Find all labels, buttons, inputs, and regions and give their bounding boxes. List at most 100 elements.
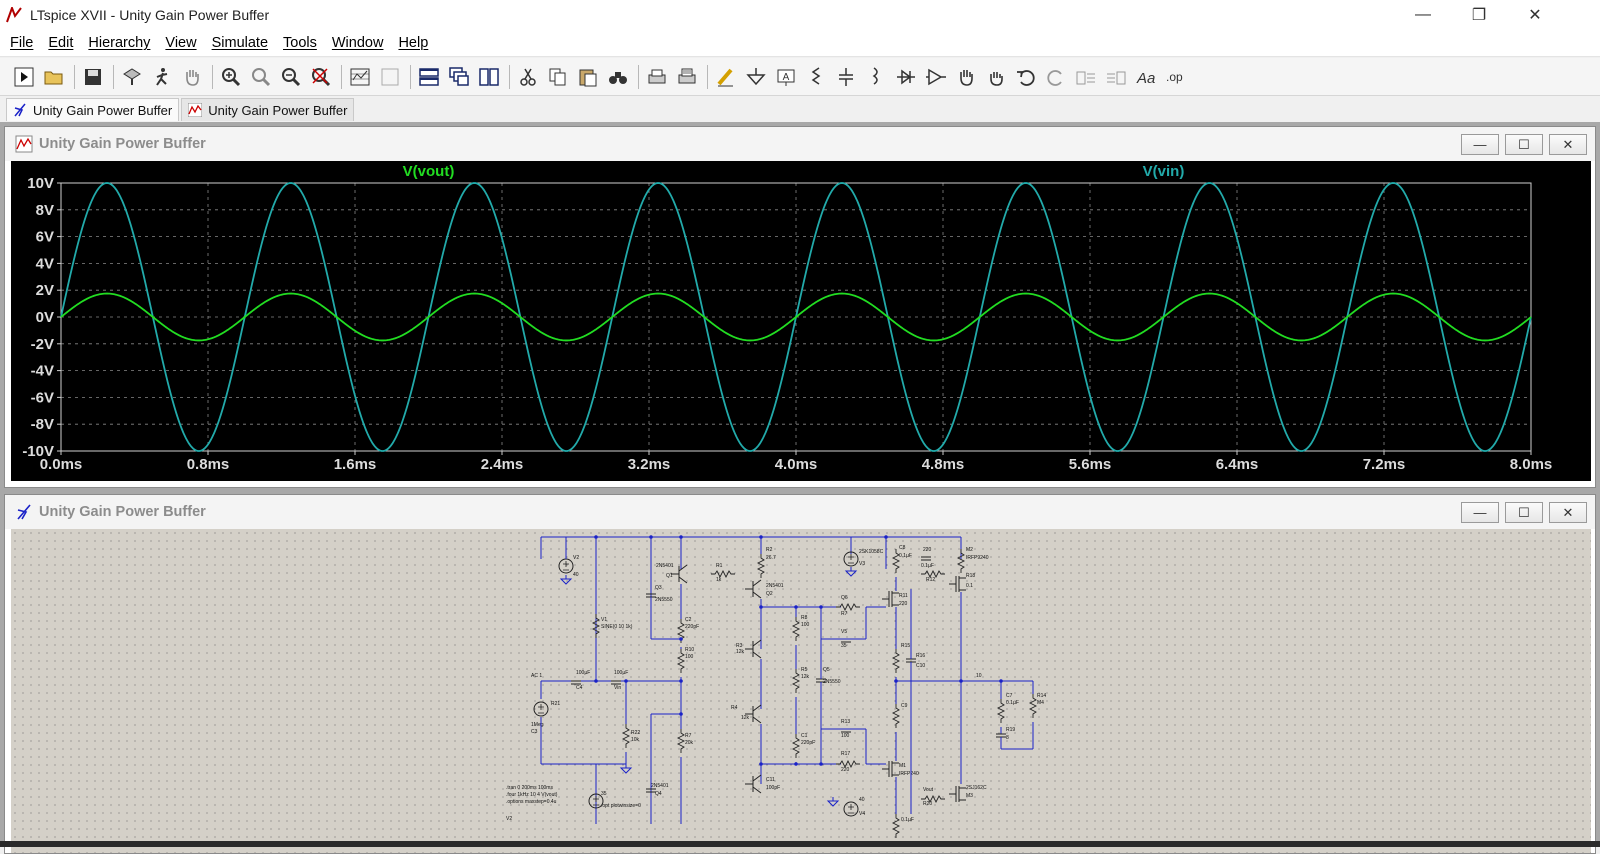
- resistor-icon: [811, 66, 821, 85]
- zoom-fit-button[interactable]: [307, 63, 335, 91]
- schematic-canvas[interactable]: V2 40 V1 SINE(0 10 1k) AC 1 R21 1Meg C3 100µF C4 1…: [11, 529, 1591, 853]
- source-polarity: [848, 554, 854, 564]
- zoom-out-button[interactable]: [277, 63, 305, 91]
- find-button[interactable]: [604, 63, 632, 91]
- move-button[interactable]: [952, 63, 980, 91]
- schematic-drawing[interactable]: V2 40 V1SINE(0 10 1k) AC 1 R21 1MegC3 100µF C4 1…: [11, 529, 1591, 853]
- zoom-in-icon: [222, 67, 241, 86]
- save-button[interactable]: [79, 63, 107, 91]
- pan-button[interactable]: [178, 63, 206, 91]
- redo-button[interactable]: [1042, 63, 1070, 91]
- tile-vertical-icon: [479, 67, 499, 86]
- cut-button[interactable]: [514, 63, 542, 91]
- junction: [759, 605, 763, 609]
- copy-button[interactable]: [544, 63, 572, 91]
- child-minimize-button[interactable]: —: [1461, 134, 1499, 155]
- zoom-area-button[interactable]: [247, 63, 275, 91]
- waveform-plot-pane[interactable]: 0.0ms 0.8ms 1.6ms 2.4ms 3.2ms 4.0ms 4.8ms 5.6ms…: [11, 161, 1591, 481]
- tile-vertical-button[interactable]: [475, 63, 503, 91]
- tile-horizontal-icon: [419, 67, 439, 86]
- waveform-icon: [188, 103, 203, 117]
- drag-button[interactable]: [982, 63, 1010, 91]
- tile-horizontal-button[interactable]: [415, 63, 443, 91]
- title-bar: LTspice XVII - Unity Gain Power Buffer: [0, 0, 1600, 30]
- close-button[interactable]: ✕: [1512, 0, 1558, 30]
- menu-simulate[interactable]: Simulate: [206, 35, 274, 51]
- inductor-button[interactable]: [862, 63, 890, 91]
- paste-button[interactable]: [574, 63, 602, 91]
- component-label: 40: [573, 572, 579, 578]
- ltspice-logo-icon: [6, 7, 22, 23]
- capacitor-button[interactable]: [832, 63, 860, 91]
- rotate-button[interactable]: [1072, 63, 1100, 91]
- component-label: C10: [916, 663, 925, 669]
- resistor-button[interactable]: [802, 63, 830, 91]
- halt-button[interactable]: [148, 63, 176, 91]
- menu-help[interactable]: Help: [392, 35, 434, 51]
- diode-button[interactable]: [892, 63, 920, 91]
- component-label: R20: [923, 801, 932, 807]
- tab-waveform[interactable]: Unity Gain Power Buffer: [181, 98, 355, 121]
- print-button[interactable]: [643, 63, 671, 91]
- tab-schematic[interactable]: Unity Gain Power Buffer: [6, 98, 180, 121]
- toolbar-separator: [212, 64, 213, 89]
- schematic-window-titlebar[interactable]: Unity Gain Power Buffer — ☐ ✕: [5, 495, 1595, 529]
- component-label: Vout: [923, 787, 934, 793]
- status-bar: [0, 841, 1600, 847]
- waveform-chart[interactable]: 0.0ms 0.8ms 1.6ms 2.4ms 3.2ms 4.0ms 4.8ms 5.6ms…: [11, 161, 1591, 481]
- spice-directive-button[interactable]: .op: [1162, 63, 1190, 91]
- source-polarity: [538, 704, 544, 714]
- cascade-button[interactable]: [445, 63, 473, 91]
- restore-button[interactable]: ❐: [1456, 0, 1502, 30]
- component-label: M1: [899, 763, 906, 769]
- menu-hierarchy[interactable]: Hierarchy: [82, 35, 156, 51]
- menu-view[interactable]: View: [159, 35, 202, 51]
- menu-tools[interactable]: Tools: [277, 35, 323, 51]
- component-label: Q1: [666, 573, 673, 579]
- minimize-button[interactable]: —: [1400, 0, 1446, 30]
- component-label: Q5: [823, 667, 830, 673]
- run-button[interactable]: [10, 63, 38, 91]
- open-button[interactable]: [40, 63, 68, 91]
- component-label: R17: [841, 751, 850, 757]
- ground-icon: [746, 67, 766, 85]
- control-panel-button[interactable]: [118, 63, 146, 91]
- menu-file[interactable]: File: [4, 35, 39, 51]
- draw-wire-button[interactable]: [712, 63, 740, 91]
- child-maximize-button[interactable]: ☐: [1505, 134, 1543, 155]
- resistor-symbol: [676, 729, 686, 753]
- junction: [819, 605, 823, 609]
- child-maximize-button[interactable]: ☐: [1505, 502, 1543, 523]
- label-net-button[interactable]: A: [772, 63, 800, 91]
- waveform-window-titlebar[interactable]: Unity Gain Power Buffer — ☐ ✕: [5, 127, 1595, 161]
- component-label: M3: [966, 793, 973, 799]
- y-tick-label: 10V: [27, 175, 54, 192]
- component-label: 35: [841, 643, 847, 649]
- halt-icon: [156, 67, 168, 86]
- disabled-button[interactable]: [376, 63, 404, 91]
- component-button[interactable]: [922, 63, 950, 91]
- schematic-window: Unity Gain Power Buffer — ☐ ✕ V2 40 V1 SINE…: [4, 494, 1596, 854]
- component-label: V5: [841, 629, 847, 635]
- child-close-button[interactable]: ✕: [1549, 502, 1587, 523]
- zoom-in-button[interactable]: [217, 63, 245, 91]
- svg-text:A: A: [783, 72, 790, 83]
- autorange-button[interactable]: [346, 63, 374, 91]
- junction: [679, 712, 683, 716]
- print-setup-button[interactable]: [673, 63, 701, 91]
- mirror-button[interactable]: [1102, 63, 1130, 91]
- text-button[interactable]: Aa: [1132, 63, 1160, 91]
- toolbar-separator: [638, 64, 639, 89]
- component-label: R13: [841, 719, 850, 725]
- menu-edit[interactable]: Edit: [42, 35, 79, 51]
- child-close-button[interactable]: ✕: [1549, 134, 1587, 155]
- child-minimize-button[interactable]: —: [1461, 502, 1499, 523]
- menu-window[interactable]: Window: [326, 35, 390, 51]
- junction: [759, 762, 763, 766]
- ground-symbol: [844, 567, 858, 577]
- component-label: 100pF: [766, 785, 780, 791]
- ground-button[interactable]: [742, 63, 770, 91]
- undo-button[interactable]: [1012, 63, 1040, 91]
- component-label: 220: [923, 547, 932, 553]
- transistor-symbol: [745, 774, 762, 794]
